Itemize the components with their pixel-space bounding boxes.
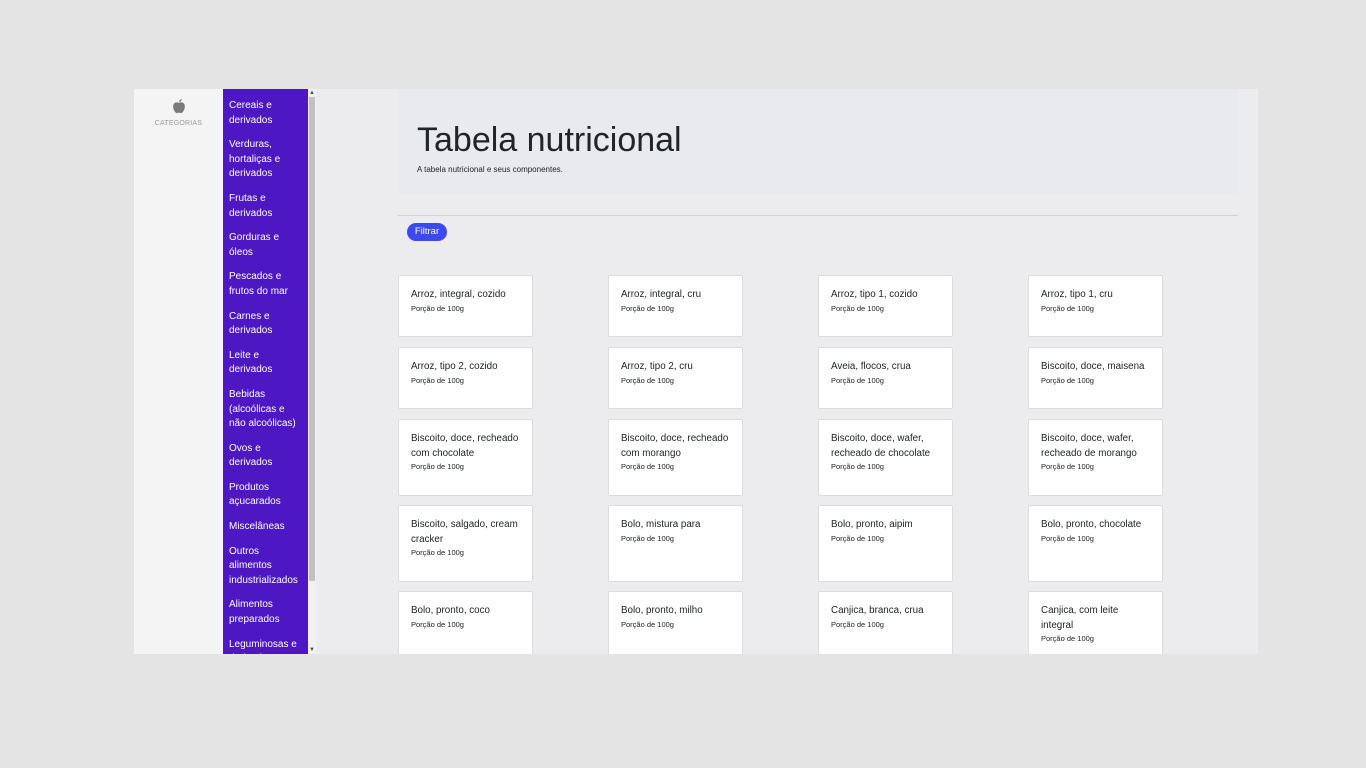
portion-label: Porção de 100g bbox=[621, 462, 674, 472]
food-card[interactable]: Canjica, com leite integral Porção de 100… bbox=[1028, 591, 1163, 654]
food-name: Biscoito, doce, recheado com morango bbox=[621, 433, 729, 459]
portion-label: Porção de 100g bbox=[1041, 462, 1094, 472]
main-content: Tabela nutricional A tabela nutricional … bbox=[316, 89, 1258, 654]
food-name: Bolo, pronto, aipim bbox=[831, 519, 913, 530]
portion-label: Porção de 100g bbox=[1041, 303, 1094, 313]
portion-label: Porção de 100g bbox=[411, 375, 464, 385]
food-card[interactable]: Biscoito, doce, wafer, recheado de choco… bbox=[818, 419, 953, 496]
apple-icon[interactable] bbox=[134, 98, 223, 118]
portion-label: Porção de 100g bbox=[621, 619, 674, 629]
food-name: Biscoito, doce, wafer, recheado de moran… bbox=[1041, 433, 1137, 459]
portion-label: Porção de 100g bbox=[831, 375, 884, 385]
category-item[interactable]: Miscelâneas bbox=[229, 520, 304, 535]
food-name: Arroz, integral, cozido bbox=[411, 289, 506, 300]
portion-label: Porção de 100g bbox=[1041, 375, 1094, 385]
category-item[interactable]: Alimentos preparados bbox=[229, 598, 304, 627]
food-card[interactable]: Arroz, tipo 2, cozido Porção de 100g bbox=[398, 347, 533, 409]
food-name: Arroz, tipo 2, cru bbox=[621, 361, 693, 372]
food-card[interactable]: Biscoito, doce, recheado com chocolate Po… bbox=[398, 419, 533, 496]
food-name: Biscoito, salgado, cream cracker bbox=[411, 519, 518, 545]
food-card[interactable]: Biscoito, doce, wafer, recheado de moran… bbox=[1028, 419, 1163, 496]
category-item[interactable]: Carnes e derivados bbox=[229, 310, 304, 339]
filter-button[interactable]: Filtrar bbox=[407, 223, 447, 241]
portion-label: Porção de 100g bbox=[411, 619, 464, 629]
portion-label: Porção de 100g bbox=[831, 619, 884, 629]
food-name: Aveia, flocos, crua bbox=[831, 361, 911, 372]
food-card[interactable]: Biscoito, salgado, cream cracker Porção d… bbox=[398, 505, 533, 582]
food-card[interactable]: Biscoito, doce, maisena Porção de 100g bbox=[1028, 347, 1163, 409]
category-item[interactable]: Leite e derivados bbox=[229, 349, 304, 378]
page-title: Tabela nutricional bbox=[417, 121, 682, 159]
category-item[interactable]: Ovos e derivados bbox=[229, 442, 304, 471]
food-name: Biscoito, doce, recheado com chocolate bbox=[411, 433, 519, 459]
food-name: Arroz, integral, cru bbox=[621, 289, 702, 300]
category-list: Cereais e derivados Verduras, hortaliças … bbox=[223, 89, 308, 654]
scroll-down-arrow-icon[interactable]: ▼ bbox=[308, 646, 316, 654]
category-item[interactable]: Bebidas (alcoólicas e não alcoólicas) bbox=[229, 388, 304, 432]
scroll-up-arrow-icon[interactable]: ▲ bbox=[308, 89, 316, 97]
icon-rail: CATEGORIAS bbox=[134, 89, 223, 654]
category-item[interactable]: Verduras, hortaliças e derivados bbox=[229, 138, 304, 182]
food-name: Bolo, pronto, milho bbox=[621, 605, 703, 616]
portion-label: Porção de 100g bbox=[621, 303, 674, 313]
food-card[interactable]: Biscoito, doce, recheado com morango Porç… bbox=[608, 419, 743, 496]
portion-label: Porção de 100g bbox=[831, 533, 884, 543]
page-subtitle: A tabela nutricional e seus componentes. bbox=[417, 165, 563, 174]
food-card[interactable]: Arroz, integral, cozido Porção de 100g bbox=[398, 275, 533, 337]
category-menu: Cereais e derivados Verduras, hortaliças … bbox=[223, 89, 308, 654]
food-card[interactable]: Canjica, branca, crua Porção de 100g bbox=[818, 591, 953, 654]
portion-label: Porção de 100g bbox=[1041, 634, 1094, 644]
food-card[interactable]: Bolo, pronto, milho Porção de 100g bbox=[608, 591, 743, 654]
portion-label: Porção de 100g bbox=[411, 548, 464, 558]
food-card[interactable]: Bolo, pronto, chocolate Porção de 100g bbox=[1028, 505, 1163, 582]
divider bbox=[398, 215, 1238, 216]
food-card[interactable]: Arroz, tipo 1, cozido Porção de 100g bbox=[818, 275, 953, 337]
food-card[interactable]: Bolo, mistura para Porção de 100g bbox=[608, 505, 743, 582]
portion-label: Porção de 100g bbox=[1041, 533, 1094, 543]
food-card[interactable]: Arroz, integral, cru Porção de 100g bbox=[608, 275, 743, 337]
food-name: Biscoito, doce, wafer, recheado de choco… bbox=[831, 433, 931, 459]
category-item[interactable]: Produtos açucarados bbox=[229, 481, 304, 510]
scrollbar-thumb[interactable] bbox=[309, 97, 315, 581]
page-header: Tabela nutricional A tabela nutricional … bbox=[398, 89, 1238, 194]
food-name: Arroz, tipo 1, cozido bbox=[831, 289, 918, 300]
food-card[interactable]: Bolo, pronto, aipim Porção de 100g bbox=[818, 505, 953, 582]
portion-label: Porção de 100g bbox=[621, 533, 674, 543]
food-card[interactable]: Aveia, flocos, crua Porção de 100g bbox=[818, 347, 953, 409]
food-card[interactable]: Bolo, pronto, coco Porção de 100g bbox=[398, 591, 533, 654]
food-name: Bolo, mistura para bbox=[621, 519, 701, 530]
food-name: Bolo, pronto, coco bbox=[411, 605, 490, 616]
category-item[interactable]: Cereais e derivados bbox=[229, 99, 304, 128]
category-item[interactable]: Gorduras e óleos bbox=[229, 231, 304, 260]
food-name: Arroz, tipo 2, cozido bbox=[411, 361, 498, 372]
category-item[interactable]: Outros alimentos industrializados bbox=[229, 545, 304, 589]
portion-label: Porção de 100g bbox=[621, 375, 674, 385]
food-name: Canjica, branca, crua bbox=[831, 605, 924, 616]
portion-label: Porção de 100g bbox=[411, 303, 464, 313]
categories-label: CATEGORIAS bbox=[154, 120, 203, 127]
food-name: Arroz, tipo 1, cru bbox=[1041, 289, 1113, 300]
food-name: Biscoito, doce, maisena bbox=[1041, 361, 1145, 372]
category-item[interactable]: Leguminosas e derivados bbox=[229, 638, 304, 654]
food-name: Bolo, pronto, chocolate bbox=[1041, 519, 1142, 530]
portion-label: Porção de 100g bbox=[831, 462, 884, 472]
food-card[interactable]: Arroz, tipo 2, cru Porção de 100g bbox=[608, 347, 743, 409]
category-scrollbar[interactable]: ▲ ▼ bbox=[308, 89, 316, 654]
category-item[interactable]: Pescados e frutos do mar bbox=[229, 270, 304, 299]
food-name: Canjica, com leite integral bbox=[1041, 605, 1119, 631]
app-window: CATEGORIAS Cereais e derivados Verduras, … bbox=[134, 89, 1258, 654]
portion-label: Porção de 100g bbox=[831, 303, 884, 313]
portion-label: Porção de 100g bbox=[411, 462, 464, 472]
category-item[interactable]: Frutas e derivados bbox=[229, 192, 304, 221]
food-card[interactable]: Arroz, tipo 1, cru Porção de 100g bbox=[1028, 275, 1163, 337]
